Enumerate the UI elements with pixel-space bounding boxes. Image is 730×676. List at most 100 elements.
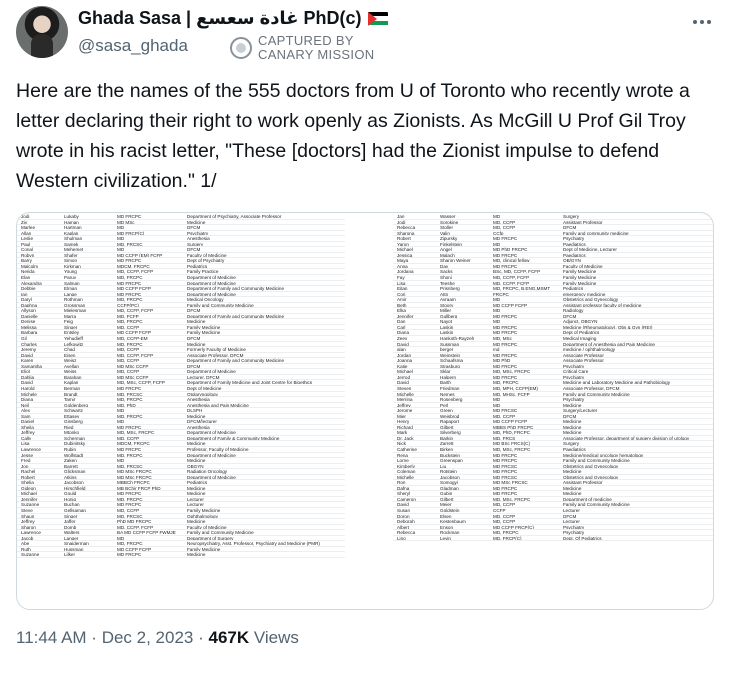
signatory-first-name: Sam [21,413,31,419]
signatory-credentials: MD FRCPC [117,424,142,430]
signatory-department: Assistant Professor [563,219,603,225]
signatory-department: Adjunct, OBGYN [563,319,598,324]
signatory-credentials: MD CCFP FCFP [493,419,528,424]
signatory-department: Medicine [563,430,582,435]
signatory-last-name: Yehudieff [64,336,83,341]
signatory-last-name: Rothman [64,297,83,302]
signatory-department: Assistant Professor [563,480,603,485]
signatory-last-name: Liu [440,463,447,469]
signatory-department: Medicine [563,491,582,496]
signatory-last-name: Marra [64,313,76,319]
signatory-last-name: Birken [440,446,454,452]
signatory-first-name: David [21,380,33,385]
signatory-first-name: Jeffrey [21,430,35,435]
signatory-department: Dept of Medicine [187,385,222,391]
signatory-first-name: Debbie [21,286,36,291]
signatory-last-name: Chad [64,347,75,352]
signatory-credentials: MD CCFP (EM) FCFP [117,252,163,258]
signatory-credentials: MD, CCFP, FCFP [117,352,154,358]
signatory-first-name: Fay [397,275,405,280]
signatory-credentials: BSc, MD, CCFP, FCFP [493,269,541,275]
signatory-credentials: MD, CCFP [493,219,516,225]
signatory-department: Medicine [563,469,582,474]
signatory-first-name: Steve [21,507,33,513]
signatory-last-name: Barkin [440,435,454,441]
signatory-first-name: Diana [21,397,34,402]
signatory-department: Surgery [563,214,580,219]
signatory-department: Medicine [187,219,206,225]
signatory-last-name: Stoller [440,225,454,230]
signatory-department: Medicine [187,341,206,347]
signatory-credentials: MD CCFP FCFP [117,330,152,336]
signatory-first-name: Gideon [21,485,36,491]
signatory-credentials: FRCPC [493,291,509,297]
signatory-first-name: Leslie [21,236,34,241]
signatory-credentials: MD FRCPC [117,491,142,496]
signatory-credentials: MD, FRCPC [117,397,143,402]
signatory-first-name: Amir [397,297,407,302]
signatory-credentials: MD [117,225,125,230]
signatory-last-name: Weisbrod [440,413,460,419]
signatory-column-left: Jodi Lukaby MD FRCPC Department of Psychiat… [17,214,345,558]
signatory-department: Medicine [187,441,206,446]
signatory-last-name: Walters [64,530,80,535]
meta-separator: · [86,628,102,647]
signatory-first-name: Nick [397,441,406,446]
author-avatar[interactable] [16,6,68,58]
tweet-date[interactable]: Dec 2, 2023 [102,628,194,647]
signatory-credentials: MD, CCFP [493,502,516,507]
signatory-last-name: Goldenberg [64,402,89,408]
signatory-last-name: Weisz [64,358,77,363]
signatory-credentials: MD FRCPC [493,374,518,380]
signatory-department: Medical Oncology [187,297,224,302]
signatory-credentials: MD, MSc, FRCPC [117,430,155,435]
signatory-credentials: MD, CCFP [493,225,516,230]
signatory-last-name: Rotstein [440,469,457,474]
signatory-list-image[interactable]: Jodi Lukaby MD FRCPC Department of Psychiat… [16,212,714,610]
signatory-last-name: Dubinitsky [64,441,86,446]
signatory-department: Medicine [187,319,206,324]
signatory-department: Otolaryngology [187,391,218,397]
signatory-credentials: MD MSc CCFP [117,363,149,369]
signatory-credentials: MDCM, FRCPC [117,263,150,269]
signatory-department: Formerly Faculty of Medicine [187,347,246,352]
signatory-last-name: Nayot [440,319,453,324]
signatory-last-name: Barth [440,380,451,385]
signatory-department: Lecturer [563,507,580,513]
signatory-first-name: Malcolm [21,263,39,269]
author-handle[interactable]: @sasa_ghada [78,36,188,56]
signatory-first-name: Dan [397,319,406,324]
signatory-first-name: Jodi [21,214,30,219]
signatory-last-name: Mtonko [64,430,80,435]
signatory-first-name: Allan [21,230,32,236]
signatory-last-name: Gellsaman [64,507,86,513]
more-options-icon[interactable] [688,10,716,34]
signatory-department: Critical Care [563,369,589,374]
signatory-last-name: Lukaby [64,214,79,219]
signatory-first-name: Harold [21,385,35,391]
signatory-last-name: Tamir [64,397,76,402]
tweet-time[interactable]: 11:44 AM [16,628,87,647]
signatory-credentials: MD [493,241,501,247]
signatory-credentials: MD, CCFP, FCFP [117,308,154,313]
signatory-first-name: Elka [397,308,406,313]
signatory-last-name: Gubin [440,491,453,496]
signatory-last-name: Berman [64,385,81,391]
signatory-last-name: Silverberg [440,430,461,435]
signatory-last-name: Green [440,408,453,413]
signatory-first-name: Suzanne [21,502,40,507]
signatory-department: Medicine [187,458,206,463]
signatory-first-name: Maya [397,258,409,263]
signatory-credentials: MD, FRCPC [493,380,519,385]
author-display-name[interactable]: Ghada Sasa | غادة سعسع PhD(c) [78,8,362,29]
signatory-credentials: MD MSc FRCPC [117,469,152,474]
signatory-department: Associate Professor [563,358,604,363]
signatory-department: Family and Community Medicine [563,391,630,397]
signatory-first-name: Jordana [397,269,414,275]
signatory-credentials: MD, FRCSC [117,463,143,469]
signatory-first-name: Lino [397,535,406,541]
signatory-department: Department of Medicine [187,275,236,280]
views-count: 467K [208,628,250,647]
signatory-department: Obstetrics and Gynecology [563,463,619,469]
signatory-first-name: Ruth [21,546,31,552]
